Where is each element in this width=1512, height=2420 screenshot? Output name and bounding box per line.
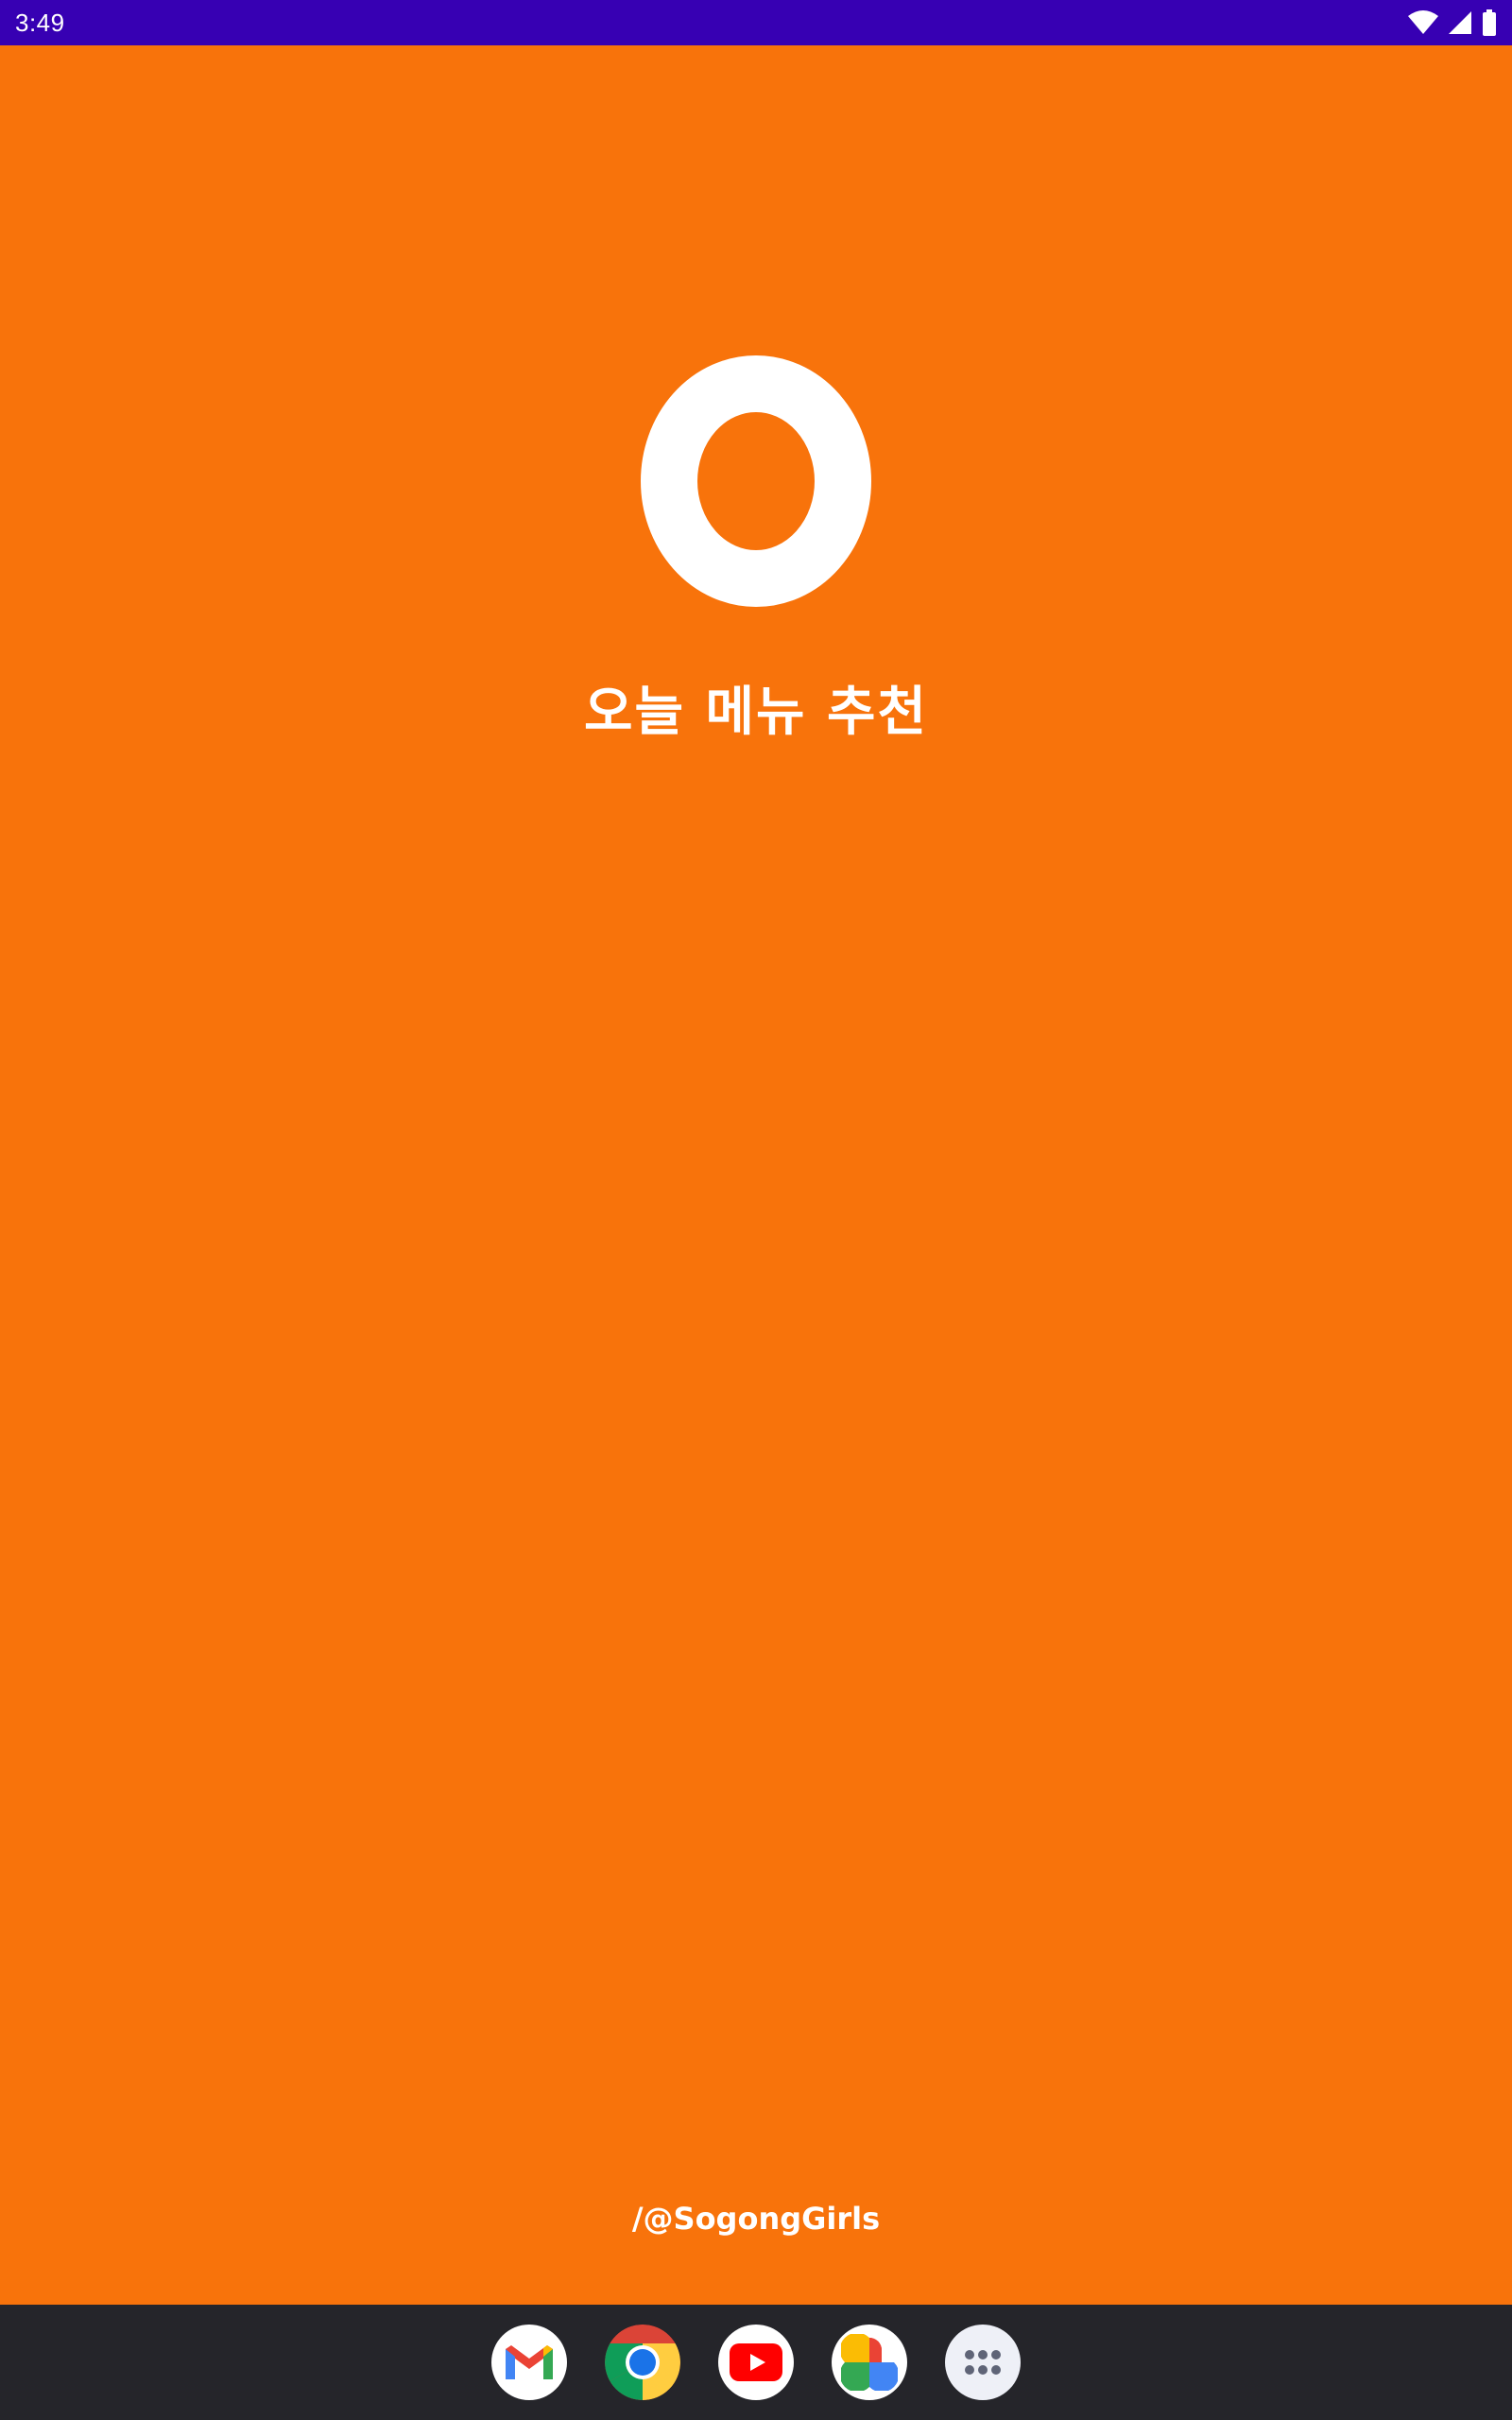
photos-icon[interactable]	[832, 2325, 907, 2400]
gmail-icon[interactable]	[491, 2325, 567, 2400]
status-time: 3:49	[15, 8, 65, 37]
status-icons	[1408, 9, 1497, 36]
cellular-signal-icon	[1448, 10, 1472, 35]
battery-icon	[1482, 9, 1497, 36]
status-bar: 3:49	[0, 0, 1512, 45]
credit-text: /@SogongGirls	[631, 2201, 881, 2237]
splash-screen: 오늘 메뉴 추천 /@SogongGirls	[0, 45, 1512, 2305]
youtube-icon[interactable]	[718, 2325, 794, 2400]
chrome-icon[interactable]	[605, 2325, 680, 2400]
app-dock	[0, 2305, 1512, 2420]
app-title: 오늘 메뉴 추천	[583, 682, 929, 743]
app-drawer-icon[interactable]	[945, 2325, 1021, 2400]
wifi-icon	[1408, 10, 1438, 35]
o-logo-icon	[641, 355, 871, 607]
